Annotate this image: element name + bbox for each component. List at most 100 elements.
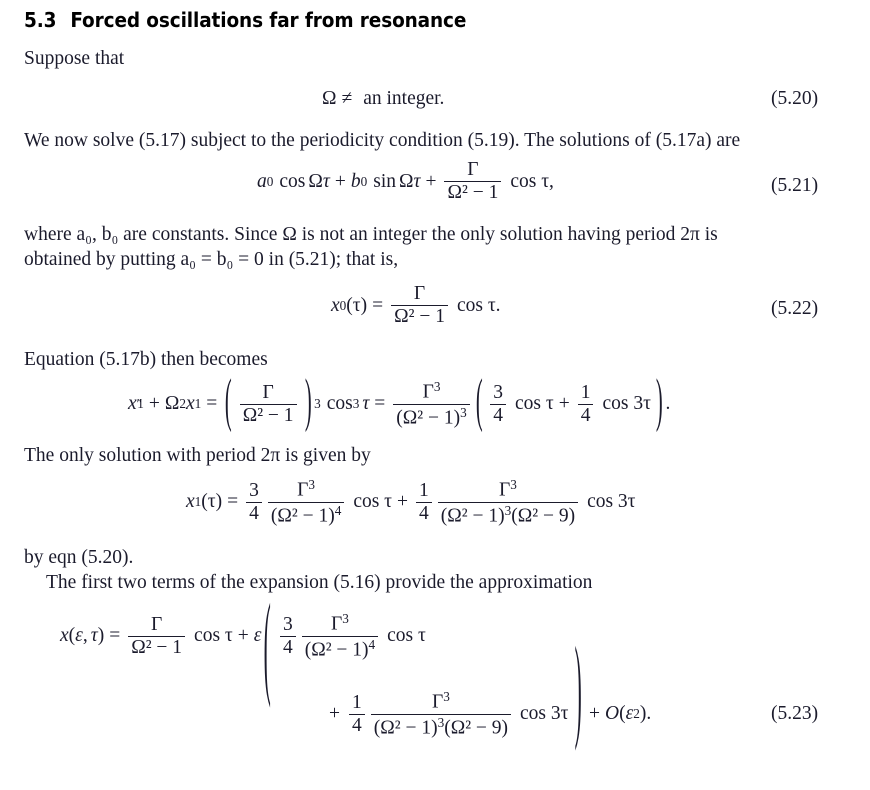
plus-operator: + bbox=[334, 170, 346, 192]
x-symbol-2: x bbox=[185, 393, 195, 415]
equation-5-22: x 0 (τ) = Γ Ω² − 1 cos τ. bbox=[331, 284, 501, 327]
fraction-denominator: (Ω² − 1)3 bbox=[393, 405, 469, 429]
plus-operator-final: + bbox=[589, 703, 600, 725]
fraction-three-quarters: 34 bbox=[279, 613, 296, 658]
paragraph-suppose-that: Suppose that bbox=[24, 48, 125, 69]
period-end: . bbox=[665, 393, 671, 415]
gamma-symbol: Γ bbox=[431, 691, 444, 713]
fraction-gamma3-over-product: Γ3 (Ω² − 1)3(Ω² − 9) bbox=[437, 478, 579, 527]
big-o-exponent: 2 bbox=[633, 706, 640, 722]
fraction-denominator: 4 bbox=[249, 502, 259, 524]
sin-operator: sin bbox=[373, 170, 396, 192]
denominator-base: (Ω² − 1) bbox=[396, 407, 461, 429]
fraction-denominator: (Ω² − 1)3(Ω² − 9) bbox=[371, 715, 511, 739]
arg-close-paren: ) bbox=[97, 625, 105, 647]
left-paren-huge: ( bbox=[264, 588, 272, 713]
denominator-exponent: 4 bbox=[368, 636, 376, 652]
cos-operator: cos bbox=[326, 393, 353, 415]
right-paren-big: ) bbox=[304, 370, 312, 435]
fraction-gamma-over-omega2-minus-1: Γ Ω² − 1 bbox=[391, 284, 448, 327]
big-o-epsilon: ε bbox=[625, 703, 634, 725]
denominator-second-factor: (Ω² − 9) bbox=[511, 505, 576, 527]
gamma-exponent: 3 bbox=[510, 477, 517, 492]
right-paren-big-2: ) bbox=[655, 370, 663, 435]
fraction-numerator: Γ3 bbox=[496, 478, 520, 502]
denominator-second-factor: (Ω² − 9) bbox=[444, 717, 509, 739]
paragraph-we-now-solve: We now solve (5.17) subject to the perio… bbox=[24, 130, 741, 151]
fraction-numerator: 3 bbox=[493, 381, 503, 403]
x-subscript: 1 bbox=[194, 494, 202, 510]
tau-symbol: τ bbox=[362, 393, 370, 415]
gamma-symbol: Γ bbox=[330, 613, 343, 635]
gamma-exponent: 3 bbox=[342, 611, 349, 626]
fraction-denominator: (Ω² − 1)4 bbox=[302, 637, 378, 661]
fraction-denominator: (Ω² − 1)3(Ω² − 9) bbox=[438, 503, 578, 527]
fraction-numerator: Γ3 bbox=[420, 380, 444, 404]
x-symbol: x bbox=[60, 625, 69, 647]
document-page: 5.3 Forced oscillations far from resonanc… bbox=[0, 0, 870, 790]
omega-symbol: Ω bbox=[164, 393, 180, 415]
big-o-symbol: O bbox=[605, 703, 620, 725]
fraction-numerator: 3 bbox=[282, 613, 293, 635]
gamma-symbol: Γ bbox=[422, 381, 434, 403]
fraction-denominator: 4 bbox=[493, 404, 503, 426]
gamma-exponent: 3 bbox=[308, 477, 316, 492]
equation-x1-solution: x 1 (τ) = 3 4 Γ3 (Ω² − 1)4 cos τ +1 4 Γ3 (Ω² − 1)3(Ω… bbox=[186, 478, 636, 526]
equation-number-5-22: (5.22) bbox=[771, 298, 819, 319]
plus-operator: + bbox=[148, 393, 160, 415]
fraction-denominator: Ω² − 1 bbox=[394, 306, 445, 328]
x-symbol: x bbox=[186, 491, 195, 513]
tau-symbol: τ bbox=[90, 625, 98, 647]
denominator-first-factor: (Ω² − 1) bbox=[440, 505, 505, 527]
equation-5-23-line-2: +1 4 Γ3 (Ω² − 1)3(Ω² − 9) cos 3τ) + O(ε 2). bbox=[329, 632, 652, 756]
omega-symbol: Ω bbox=[308, 170, 323, 192]
a-subscript: 0 bbox=[266, 173, 274, 189]
fraction-three-quarters: 34 bbox=[246, 479, 262, 524]
fraction-denominator: 4 bbox=[282, 636, 293, 658]
b-symbol: b bbox=[350, 170, 361, 192]
tau-symbol-2: τ bbox=[413, 170, 421, 192]
tau-symbol: τ bbox=[322, 170, 330, 192]
equals-operator: = bbox=[109, 625, 121, 647]
fraction-one-quarter: 14 bbox=[577, 382, 594, 426]
denominator-exponent: 4 bbox=[334, 502, 342, 518]
fraction-three-quarters: 34 bbox=[490, 381, 506, 426]
fraction-gamma-over-omega2-minus-1: Γ Ω² − 1 bbox=[128, 613, 186, 658]
epsilon-symbol: ε bbox=[75, 625, 83, 647]
left-paren-big: ( bbox=[225, 370, 232, 435]
cos-tau-trailing: cos τ, bbox=[510, 170, 554, 192]
gamma-exponent: 3 bbox=[433, 379, 441, 394]
cos-tau-term-2: cos τ bbox=[387, 625, 426, 647]
fraction-one-quarter: 14 bbox=[416, 480, 432, 524]
section-heading: 5.3 Forced oscillations far from resonanc… bbox=[24, 8, 466, 32]
not-equal-symbol: ≠ bbox=[341, 88, 353, 109]
fraction-denominator: Ω² − 1 bbox=[242, 404, 294, 426]
equation-number-5-21: (5.21) bbox=[771, 175, 819, 196]
paren-exponent-3: 3 bbox=[314, 396, 321, 412]
fraction-numerator: Γ bbox=[150, 613, 163, 635]
fraction-gamma3-over-omega2-minus-1-cubed: Γ3 (Ω² − 1)3 bbox=[393, 380, 470, 429]
big-o-close-paren: ). bbox=[639, 703, 652, 725]
cos-exponent-3: 3 bbox=[352, 396, 360, 412]
equation-5-23-line-1: x(ε, τ) = Γ Ω² − 1 cos τ + ε(3 4 Γ3 (Ω² − 1)4 cos τ bbox=[60, 589, 426, 713]
plus-operator-2: + bbox=[558, 393, 570, 415]
fraction-gamma-over-omega2-minus-1: Γ Ω² − 1 bbox=[239, 382, 297, 426]
left-paren-big-2: ( bbox=[475, 370, 483, 435]
equation-5-20: Ω ≠ an integer. bbox=[322, 88, 444, 110]
cos-tau-term: cos τ bbox=[515, 393, 554, 415]
plus-operator: + bbox=[237, 625, 249, 647]
fraction-gamma3-over-omega2-minus-1-fourth: Γ3 (Ω² − 1)4 bbox=[267, 478, 345, 526]
fraction-one-quarter: 14 bbox=[349, 691, 365, 736]
fraction-numerator: 1 bbox=[352, 691, 362, 713]
x-subscript: 1 bbox=[137, 396, 144, 412]
fraction-denominator: 4 bbox=[352, 714, 362, 736]
section-number: 5.3 bbox=[24, 8, 57, 32]
fraction-numerator: Γ bbox=[467, 159, 479, 180]
x-symbol: x bbox=[331, 294, 340, 316]
fraction-numerator: 3 bbox=[249, 479, 259, 501]
cos-3tau-term: cos 3τ bbox=[602, 393, 651, 415]
fraction-numerator: Γ3 bbox=[294, 478, 318, 502]
a-symbol: a bbox=[257, 170, 267, 192]
equals-operator: = bbox=[206, 393, 218, 415]
x-symbol: x bbox=[128, 393, 137, 415]
